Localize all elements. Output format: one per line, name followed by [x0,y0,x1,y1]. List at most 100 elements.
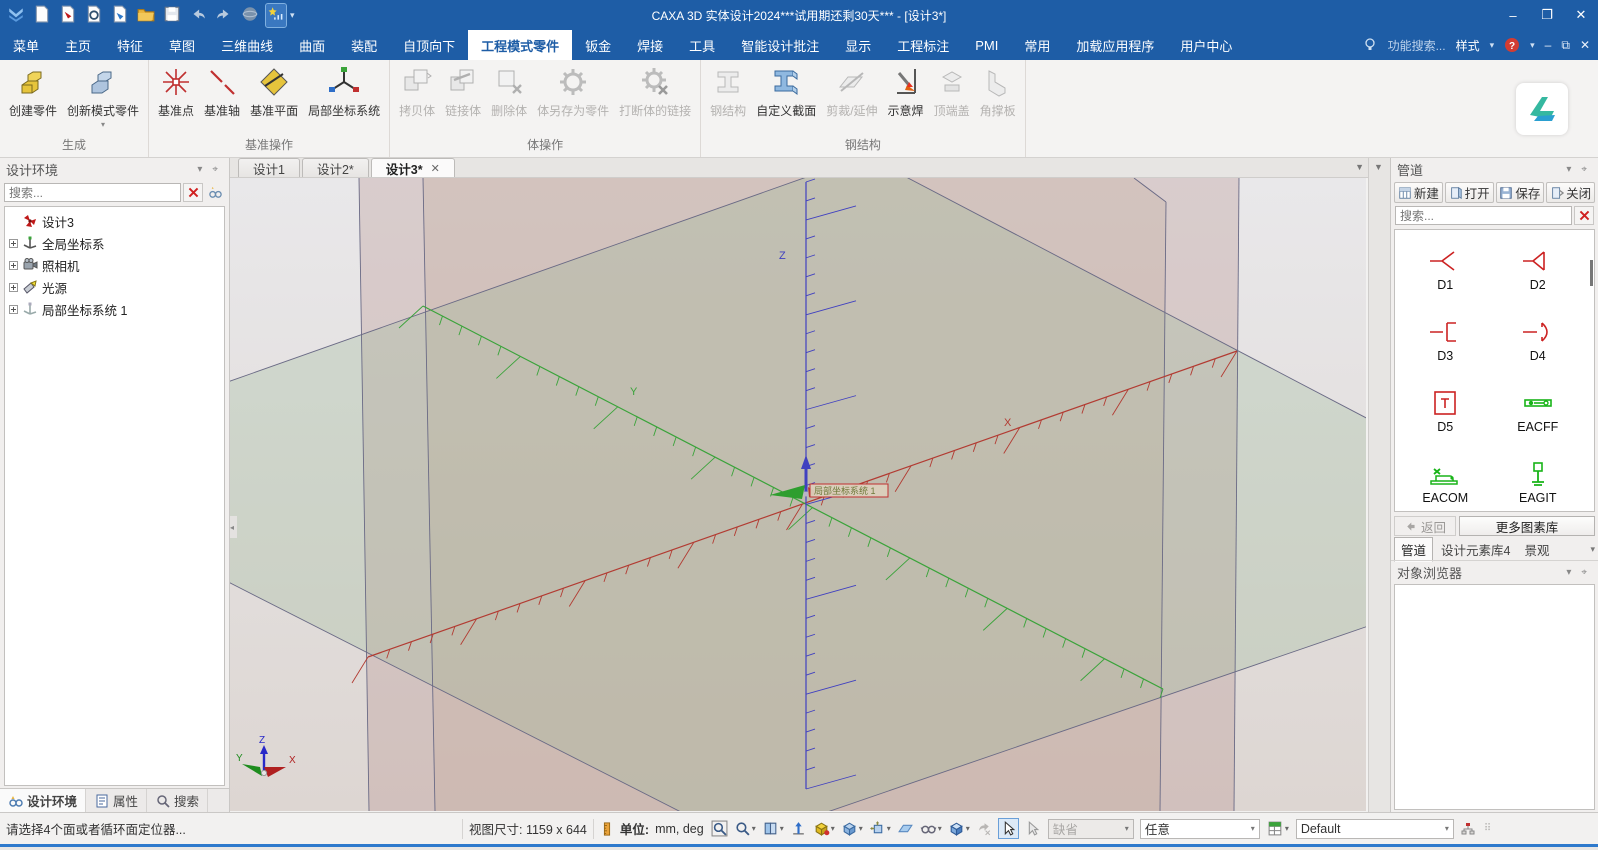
left-bottom-tab-0[interactable]: 设计环境 [0,789,86,812]
left-splitter-collapse-icon[interactable]: ◂ [230,516,237,538]
doc-close-icon[interactable]: ✕ [1580,38,1590,52]
menu-tab-0[interactable]: 菜单 [0,30,52,60]
viewport-3d[interactable]: X Y Z 局部坐标系统 1 [230,178,1368,812]
doc-tab-1[interactable]: 设计2* [302,158,369,177]
catalog-close-button[interactable]: 关闭 [1546,182,1595,203]
catalog-back-button[interactable]: 返回 [1394,516,1456,536]
style-dropdown-icon[interactable]: ▾ [1490,40,1495,51]
ribbon-button-3-3[interactable]: 示意焊 [883,62,929,122]
left-panel-pin-icon[interactable]: ⌖ [207,164,223,175]
view-tool-zoom-window-icon[interactable] [710,819,729,838]
doc-tab-2[interactable]: 设计3*✕ [371,158,455,177]
left-bottom-tab-2[interactable]: 搜索 [147,789,208,812]
style-menu[interactable]: 样式 [1456,37,1480,54]
unit-value[interactable]: mm, deg [655,822,704,836]
dropdown-icon[interactable]: ▾ [831,824,835,833]
catalog-item-EACFF[interactable]: EACFF [1492,376,1585,447]
qat-button-new-file-icon[interactable] [32,4,52,27]
left-panel-dropdown-icon[interactable]: ▾ [192,164,207,175]
menu-tab-6[interactable]: 装配 [338,30,390,60]
menu-tab-9[interactable]: 钣金 [572,30,624,60]
dropdown-icon[interactable]: ▾ [752,824,756,833]
expand-icon[interactable] [9,283,18,292]
expand-icon[interactable] [9,239,18,248]
tree-search-clear-button[interactable] [183,183,203,202]
menu-tab-7[interactable]: 自顶向下 [390,30,468,60]
menu-tab-17[interactable]: 加载应用程序 [1063,30,1167,60]
expand-icon[interactable] [9,305,18,314]
catalog-save-button[interactable]: 保存 [1496,182,1545,203]
catalog-tab-2[interactable]: 景观 [1518,538,1555,561]
tree-item-2[interactable]: 照相机 [7,254,222,276]
qat-button-open-folder-icon[interactable] [136,4,156,27]
tree-item-3[interactable]: 光源 [7,276,222,298]
ribbon-minimize-icon[interactable]: – [1545,38,1552,52]
ribbon-button-0-0[interactable]: 创建零件 [4,62,62,122]
qat-button-redo-icon[interactable] [214,4,234,27]
qat-button-save-icon[interactable] [162,4,182,27]
ribbon-restore-icon[interactable]: ⧉ [1561,38,1570,53]
ribbon-button-3-1[interactable]: 自定义截面 [751,62,821,122]
qat-button-new-template-file-icon[interactable] [58,4,78,27]
catalog-dropdown-icon[interactable]: ▾ [1561,164,1576,175]
catalog-open-button[interactable]: 打开 [1445,182,1494,203]
qat-dropdown-icon[interactable]: ▾ [290,10,295,21]
view-tool-pan-icon[interactable]: ▾ [761,819,785,838]
ribbon-button-1-1[interactable]: 基准轴 [199,62,245,122]
qat-button-open-design-icon[interactable] [84,4,104,27]
expand-icon[interactable] [9,261,18,270]
tree-filter-button[interactable] [205,183,225,202]
catalog-item-D4[interactable]: D4 [1492,305,1585,376]
view-tool-render-cube-icon[interactable]: ▾ [947,819,971,838]
catalog-item-EACOM[interactable]: EACOM [1399,447,1492,518]
dropdown-icon[interactable]: ▾ [966,824,970,833]
dropdown-icon[interactable]: ▾ [859,824,863,833]
menu-tab-2[interactable]: 特征 [104,30,156,60]
ribbon-button-0-1[interactable]: 创新模式零件▾ [62,62,144,132]
doc-tab-close-icon[interactable]: ✕ [431,162,440,175]
catalog-tab-1[interactable]: 设计元素库4 [1435,538,1516,561]
right-splitter[interactable]: ▼ [1368,158,1390,812]
view-tool-cursor-select-icon[interactable] [998,818,1019,839]
view-tool-cursor-alt-icon[interactable] [1023,819,1042,838]
qat-button-smart-capture-icon[interactable] [266,4,286,27]
menu-tab-3[interactable]: 草图 [156,30,208,60]
catalog-item-EAGIT[interactable]: EAGIT [1492,447,1585,518]
menu-tab-12[interactable]: 智能设计批注 [728,30,832,60]
menu-tab-18[interactable]: 用户中心 [1167,30,1245,60]
menu-tab-8[interactable]: 工程模式零件 [468,30,572,60]
catalog-item-D3[interactable]: D3 [1399,305,1492,376]
any-filter-combo[interactable]: 任意▾ [1140,819,1260,839]
view-tool-plane-view-icon[interactable] [896,819,915,838]
close-button[interactable]: ✕ [1564,2,1598,28]
menu-tab-1[interactable]: 主页 [52,30,104,60]
panel-overflow-icon[interactable]: ▼ [1374,162,1383,172]
qat-button-import-file-icon[interactable] [110,4,130,27]
view-tool-iso-cube-icon[interactable]: ▾ [812,819,836,838]
menu-tab-5[interactable]: 曲面 [286,30,338,60]
ribbon-button-1-3[interactable]: 局部坐标系统 [303,62,385,122]
view-tool-cube-view-icon[interactable]: ▾ [840,819,864,838]
function-search-hint[interactable]: 功能搜索... [1388,37,1446,54]
menu-tab-14[interactable]: 工程标注 [884,30,962,60]
catalog-search-input[interactable] [1395,206,1572,225]
help-dropdown-icon[interactable]: ▾ [1530,40,1535,51]
catalog-scrollbar[interactable] [1588,232,1593,508]
catalog-pin-icon[interactable]: ⌖ [1576,164,1592,175]
view-tool-visibility-glasses-icon[interactable]: ▾ [919,819,943,838]
browser-pin-icon[interactable]: ⌖ [1576,567,1592,578]
catalog-search-clear-button[interactable] [1574,206,1594,225]
qat-button-undo-icon[interactable] [188,4,208,27]
help-icon[interactable]: ? [1504,37,1520,53]
ribbon-button-1-2[interactable]: 基准平面 [245,62,303,122]
grid-table-button[interactable]: ▾ [1266,819,1290,838]
maximize-button[interactable]: ❐ [1530,2,1564,28]
menu-tab-13[interactable]: 显示 [832,30,884,60]
qat-button-sphere-view-icon[interactable] [240,4,260,27]
dropdown-icon[interactable]: ▾ [938,824,942,833]
view-tool-move-body-icon[interactable]: ▾ [868,819,892,838]
more-libraries-button[interactable]: 更多图素库 [1459,516,1595,536]
ribbon-button-1-0[interactable]: 基准点 [153,62,199,122]
menu-tab-16[interactable]: 常用 [1011,30,1063,60]
catalog-tab-overflow-icon[interactable]: ▾ [1590,544,1595,555]
